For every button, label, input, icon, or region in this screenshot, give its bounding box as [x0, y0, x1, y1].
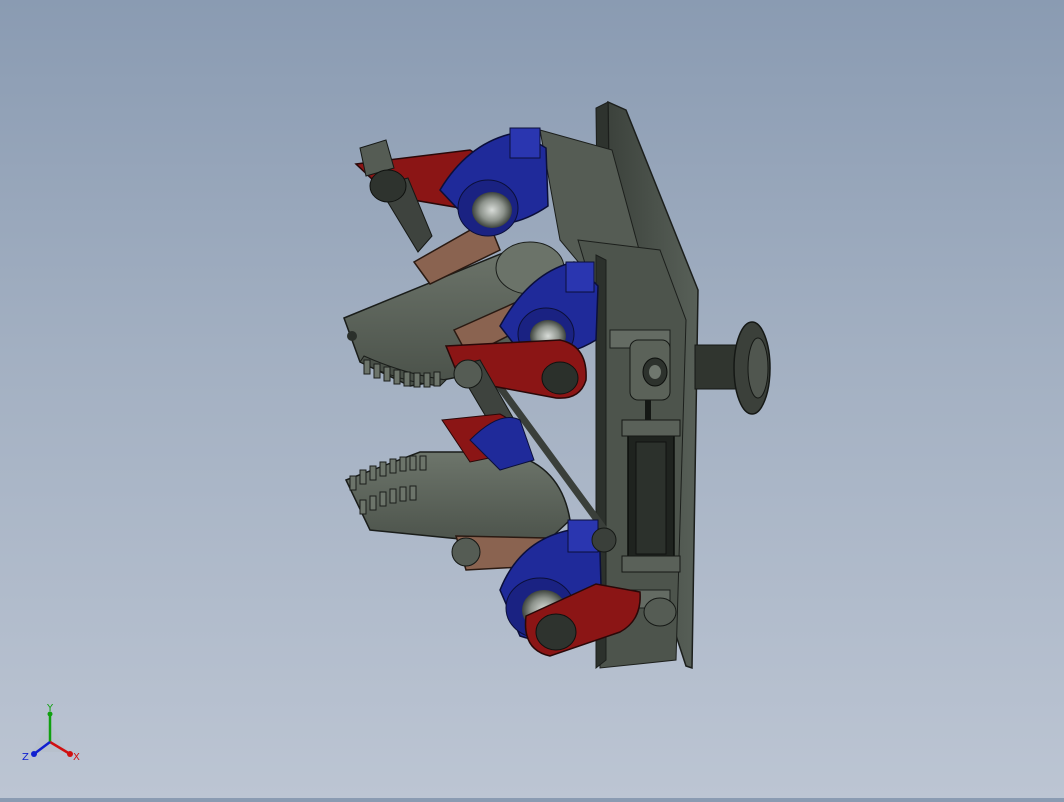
shaft-flange — [694, 321, 771, 415]
x-axis-label: X — [73, 752, 80, 763]
y-axis-label: Y — [46, 703, 54, 714]
upper-arm — [354, 127, 549, 253]
assembly-model[interactable] — [0, 0, 1064, 798]
lower-sector-gear — [344, 451, 571, 549]
z-axis-label: Z — [22, 752, 29, 763]
coordinate-triad: Y X Z — [22, 703, 80, 763]
cad-viewport[interactable]: Y X Z — [0, 0, 1064, 798]
